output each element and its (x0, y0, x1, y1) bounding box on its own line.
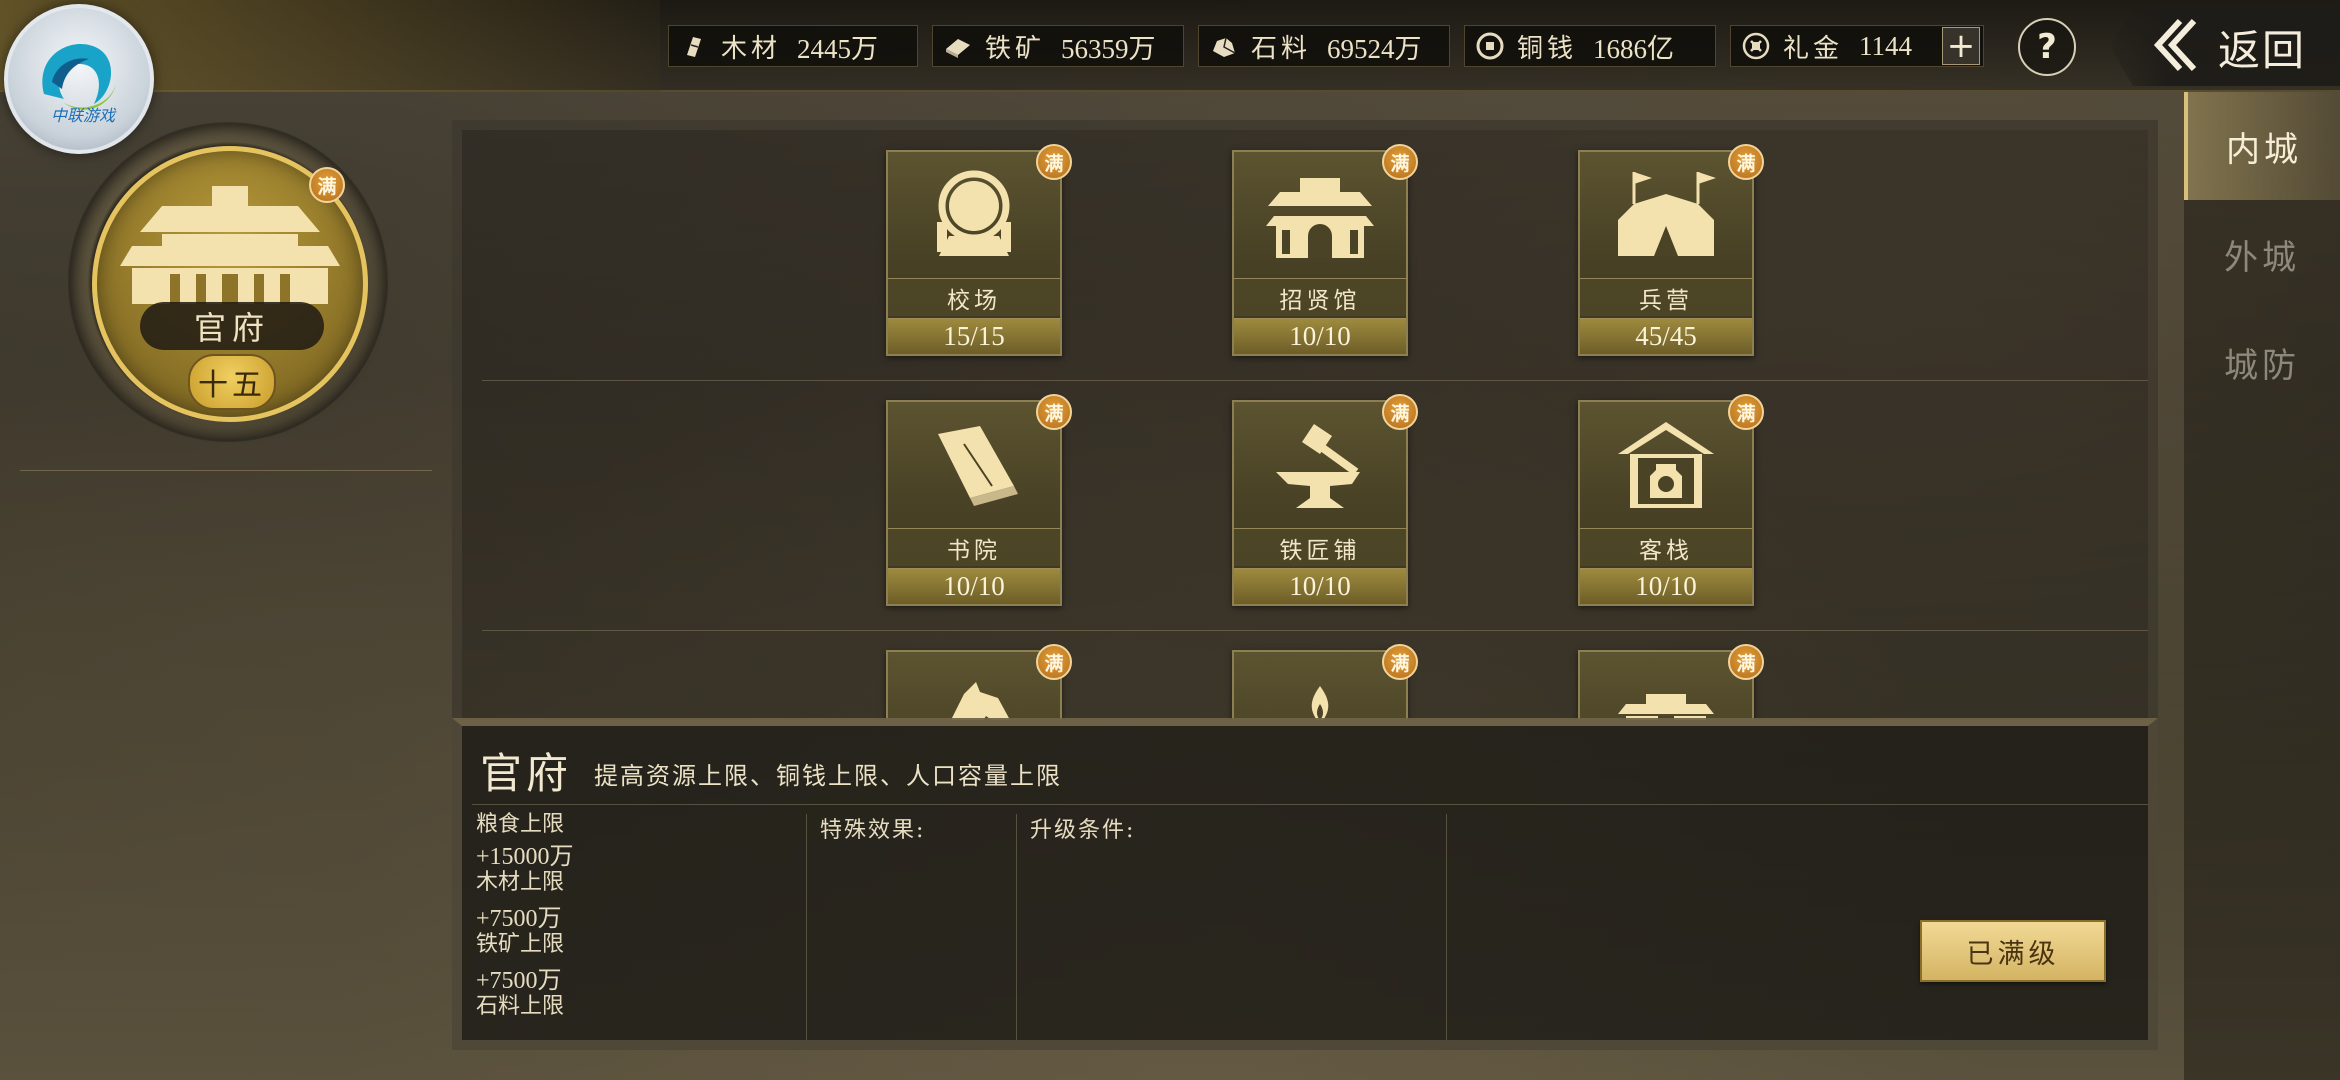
back-button[interactable]: 返回 (2110, 8, 2340, 86)
building-level: 15/15 (888, 318, 1060, 354)
column-divider (1016, 814, 1017, 1040)
resource-value: 1686亿 (1593, 33, 1675, 64)
column-divider (1446, 814, 1447, 1040)
main-building-name: 官府 (140, 302, 324, 350)
building-name: 校场 (888, 278, 1060, 316)
horse-head-icon (888, 652, 1060, 720)
building-card-inn[interactable]: 客栈 10/10 满 (1578, 394, 1764, 606)
stat-value: +7500万 (476, 906, 562, 932)
resource-value: 56359万 (1061, 33, 1156, 64)
info-divider (472, 804, 2148, 805)
building-level: 10/10 (888, 568, 1060, 604)
building-name: 招贤馆 (1234, 278, 1406, 316)
back-arrow-icon (2153, 17, 2200, 77)
max-badge: 满 (1382, 144, 1418, 180)
resource-name: 铜钱 (1517, 33, 1578, 64)
hall-icon (1234, 152, 1406, 276)
building-grid: 校场 15/15 满 招贤馆 10/10 满 兵营 45/45 满 书院 10/… (452, 120, 2158, 720)
stat-list: 粮食上限 +15000万 木材上限 +7500万 铁矿上限 +7500万 石料上… (476, 812, 796, 1020)
building-card-gatehouse[interactable]: 满 (1578, 644, 1764, 720)
add-gift-money-button[interactable]: + (1942, 27, 1980, 65)
left-divider (20, 470, 432, 471)
logo-swirl-icon (42, 44, 116, 110)
logo-text: 中联游戏 (50, 106, 115, 125)
row-divider (482, 630, 2148, 631)
resource-name: 礼金 (1783, 33, 1844, 64)
main-building-level: 十五 (188, 354, 276, 410)
stat-label: 铁矿上限 (476, 932, 565, 957)
tab-inner-city[interactable]: 内城 (2184, 92, 2340, 200)
resource-name: 石料 (1251, 33, 1312, 64)
upgrade-conditions-label: 升级条件: (1030, 818, 1136, 843)
gift-money-icon (1741, 31, 1771, 61)
max-badge: 满 (1382, 394, 1418, 430)
stat-label: 木材上限 (476, 870, 565, 895)
resource-value: 69524万 (1327, 33, 1422, 64)
flame-icon (1234, 652, 1406, 720)
resource-wood: 木材 2445万 (668, 25, 918, 67)
resource-copper: 铜钱 1686亿 (1464, 25, 1716, 67)
anvil-hammer-icon (1234, 402, 1406, 526)
resource-iron: 铁矿 56359万 (932, 25, 1184, 67)
building-card-recruit-hall[interactable]: 招贤馆 10/10 满 (1232, 144, 1418, 356)
building-level: 45/45 (1580, 318, 1752, 354)
max-badge: 满 (1728, 394, 1764, 430)
max-badge: 满 (1382, 644, 1418, 680)
resource-value: 1144 (1859, 30, 1913, 61)
stone-icon (1209, 31, 1239, 61)
resource-value: 2445万 (797, 33, 879, 64)
building-name: 客栈 (1580, 528, 1752, 566)
info-description: 提高资源上限、铜钱上限、人口容量上限 (594, 762, 1062, 790)
max-badge: 满 (1728, 144, 1764, 180)
side-tab-bar: 内城 外城 城防 (2184, 92, 2340, 1080)
max-badge: 满 (1728, 644, 1764, 680)
building-level: 10/10 (1234, 318, 1406, 354)
building-level: 10/10 (1580, 568, 1752, 604)
max-badge: 满 (1036, 644, 1072, 680)
tab-city-defense[interactable]: 城防 (2184, 308, 2340, 416)
coin-icon (1475, 31, 1505, 61)
tent-icon (1580, 152, 1752, 276)
max-badge: 满 (1036, 394, 1072, 430)
stat-label: 粮食上限 (476, 812, 565, 837)
info-title: 官府 (480, 749, 573, 798)
building-card-altar[interactable]: 满 (1232, 644, 1418, 720)
row-divider (482, 380, 2148, 381)
stat-value: +7500万 (476, 968, 562, 994)
special-effects-label: 特殊效果: (820, 818, 926, 843)
building-name: 铁匠铺 (1234, 528, 1406, 566)
game-logo: 中联游戏 (4, 4, 154, 154)
building-card-academy[interactable]: 书院 10/10 满 (886, 394, 1072, 606)
stat-value: +15000万 (476, 844, 574, 870)
column-divider (806, 814, 807, 1040)
building-level: 10/10 (1234, 568, 1406, 604)
back-button-label: 返回 (2218, 25, 2307, 75)
wood-icon (679, 31, 709, 61)
help-button[interactable]: ? (2018, 18, 2076, 76)
building-card-blacksmith[interactable]: 铁匠铺 10/10 满 (1232, 394, 1418, 606)
gate-icon (1580, 652, 1752, 720)
tab-outer-city[interactable]: 外城 (2184, 200, 2340, 308)
max-level-button[interactable]: 已满级 (1920, 920, 2106, 982)
stat-label: 石料上限 (476, 994, 565, 1019)
book-icon (888, 402, 1060, 526)
iron-icon (943, 31, 973, 61)
building-name: 书院 (888, 528, 1060, 566)
resource-name: 木材 (721, 33, 782, 64)
building-card-parade-ground[interactable]: 校场 15/15 满 (886, 144, 1072, 356)
inn-wine-icon (1580, 402, 1752, 526)
building-card-stable[interactable]: 满 (886, 644, 1072, 720)
building-name: 兵营 (1580, 278, 1752, 316)
building-card-barracks[interactable]: 兵营 45/45 满 (1578, 144, 1764, 356)
mirror-icon (888, 152, 1060, 276)
building-info-panel: 官府 提高资源上限、铜钱上限、人口容量上限 粮食上限 +15000万 木材上限 … (452, 718, 2158, 1050)
max-badge: 满 (1036, 144, 1072, 180)
resource-name: 铁矿 (985, 33, 1046, 64)
max-badge: 满 (309, 167, 345, 203)
resource-stone: 石料 69524万 (1198, 25, 1450, 67)
